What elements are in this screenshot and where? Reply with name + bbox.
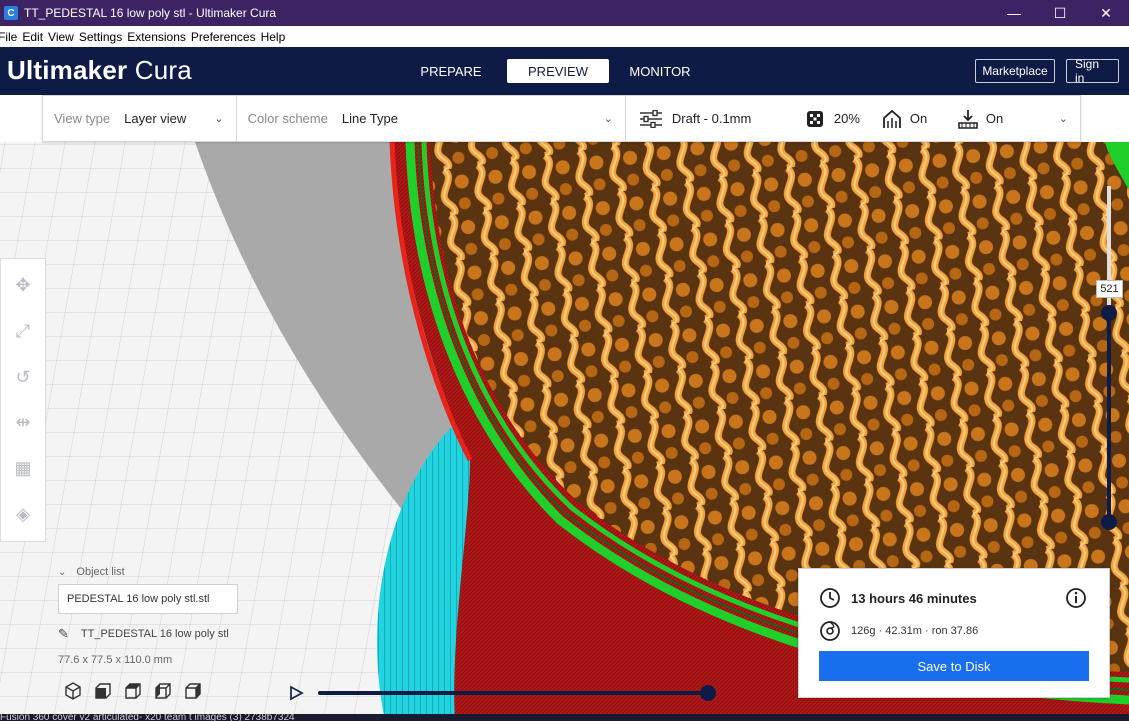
brand-name-bold: Ultimaker (7, 55, 128, 85)
infill-icon (806, 110, 824, 128)
app-header: Ultimaker Cura PREPARE PREVIEW MONITOR M… (0, 47, 1129, 95)
mirror-icon[interactable]: ⇹ (11, 411, 35, 435)
left-tool-panel: ✥ ⤢ ↺ ⇹ ▦ ◈ (0, 258, 46, 542)
top-view-icon[interactable] (118, 680, 148, 702)
view-type-selector[interactable]: View type Layer view ⌄ (43, 96, 237, 141)
clock-icon (819, 587, 841, 609)
sign-in-button[interactable]: Sign in (1066, 57, 1119, 85)
menu-edit[interactable]: Edit (22, 30, 46, 44)
tab-preview[interactable]: PREVIEW (507, 59, 609, 83)
maximize-button[interactable]: ☐ (1037, 0, 1083, 26)
print-time-row: 13 hours 46 minutes (819, 587, 977, 609)
adhesion-icon (958, 109, 978, 129)
menu-bar: File Edit View Settings Extensions Prefe… (0, 26, 1129, 47)
save-to-disk-button[interactable]: Save to Disk (819, 651, 1089, 681)
adhesion-value: On (985, 111, 1004, 126)
menu-help[interactable]: Help (261, 30, 289, 44)
info-icon[interactable] (1065, 587, 1087, 614)
support-value: On (909, 111, 928, 126)
chevron-down-icon: ⌄ (58, 566, 67, 578)
title-bar: C TT_PEDESTAL 16 low poly stl - Ultimake… (0, 0, 1129, 26)
view-toolbar: View type Layer view ⌄ Color scheme Line… (42, 95, 1081, 142)
menu-preferences[interactable]: Preferences (191, 30, 259, 44)
print-time: 13 hours 46 minutes (851, 590, 977, 606)
print-info-panel: 13 hours 46 minutes 126g · 42.31m · ron … (798, 568, 1110, 698)
window-title: TT_PEDESTAL 16 low poly stl - Ultimaker … (24, 6, 277, 20)
filament-spool-icon (819, 620, 841, 642)
cura-app-icon: C (4, 6, 18, 20)
view-type-value: Layer view (124, 111, 187, 126)
3d-view-icon[interactable] (58, 680, 88, 702)
object-dimensions: 77.6 x 77.5 x 110.0 mm (58, 654, 173, 666)
minimize-button[interactable]: — (991, 0, 1037, 26)
profile-value: Draft - 0.1mm (671, 111, 752, 126)
settings-sliders-icon (639, 109, 662, 128)
right-view-icon[interactable] (178, 680, 208, 702)
object-list-field[interactable]: PEDESTAL 16 low poly stl.stl (58, 584, 238, 614)
object-list-header[interactable]: ⌄ Object list (58, 566, 298, 578)
tab-monitor[interactable]: MONITOR (619, 59, 701, 83)
material-row: 126g · 42.31m · ron 37.86 (819, 620, 978, 642)
color-scheme-selector[interactable]: Color scheme Line Type ⌄ (237, 96, 626, 141)
camera-view-buttons (58, 680, 208, 702)
view-type-label: View type (54, 111, 111, 126)
chevron-down-icon: ⌄ (1058, 113, 1069, 125)
menu-file[interactable]: File (0, 30, 20, 44)
stage-tabs: PREPARE PREVIEW MONITOR (411, 59, 701, 83)
per-model-settings-icon[interactable]: ▦ (11, 456, 35, 480)
tab-prepare[interactable]: PREPARE (411, 59, 491, 83)
move-icon[interactable]: ✥ (11, 274, 35, 298)
support-icon (882, 109, 902, 129)
color-scheme-value: Line Type (341, 111, 398, 126)
rotate-icon[interactable]: ↺ (11, 365, 35, 389)
close-button[interactable]: ✕ (1083, 0, 1129, 26)
chevron-down-icon: ⌄ (603, 113, 613, 125)
marketplace-button[interactable]: Marketplace (975, 59, 1055, 83)
print-settings-selector[interactable]: Draft - 0.1mm 20% On On ⌄ (626, 96, 1080, 141)
front-view-icon[interactable] (88, 680, 118, 702)
material-usage: 126g · 42.31m · ron 37.86 (851, 625, 979, 637)
brand-name-light: Cura (134, 55, 192, 85)
brand-logo: Ultimaker Cura (7, 55, 192, 86)
layer-number-field[interactable]: 521 (1096, 280, 1123, 298)
chevron-down-icon: ⌄ (214, 113, 224, 125)
play-icon (290, 685, 304, 701)
menu-settings[interactable]: Settings (79, 30, 125, 44)
support-blocker-icon[interactable]: ◈ (11, 502, 35, 526)
object-list-panel: ⌄ Object list PEDESTAL 16 low poly stl.s… (58, 566, 298, 666)
pencil-icon[interactable]: ✎ (58, 626, 69, 642)
object-file-name: TT_PEDESTAL 16 low poly stl (80, 628, 229, 640)
menu-extensions[interactable]: Extensions (127, 30, 189, 44)
scale-icon[interactable]: ⤢ (11, 319, 35, 343)
taskbar-strip: Fusion 360 cover v2 articulated- x20 tea… (0, 714, 1129, 721)
menu-view[interactable]: View (48, 30, 77, 44)
color-scheme-label: Color scheme (247, 111, 328, 126)
left-view-icon[interactable] (148, 680, 178, 702)
infill-value: 20% (833, 111, 860, 126)
layer-slider[interactable]: 521 (1095, 186, 1125, 536)
object-list-title: Object list (76, 566, 125, 578)
window-controls: — ☐ ✕ (991, 0, 1129, 26)
path-slider[interactable] (288, 683, 718, 703)
object-name-row[interactable]: ✎ TT_PEDESTAL 16 low poly stl (58, 626, 298, 642)
